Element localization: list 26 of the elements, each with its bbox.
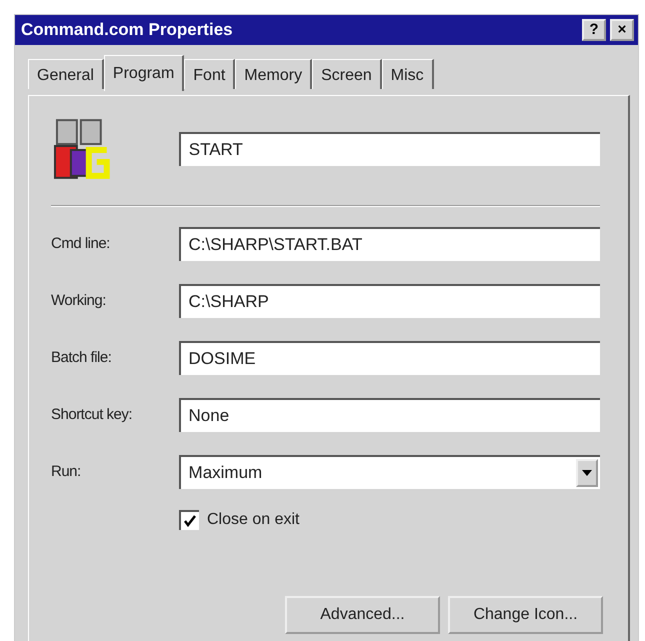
window-title: Command.com Properties xyxy=(21,19,233,42)
tab[interactable]: Font xyxy=(184,59,236,89)
field-label: Run: xyxy=(51,462,82,482)
ms-dos-icon xyxy=(51,118,111,180)
close-button[interactable]: × xyxy=(610,19,634,41)
field-label: Shortcut key: xyxy=(51,404,134,425)
checkbox[interactable] xyxy=(179,510,199,530)
advanced-button[interactable]: Advanced... xyxy=(285,596,440,634)
help-button[interactable]: ? xyxy=(582,19,606,41)
field-label: Cmd line: xyxy=(51,234,111,254)
input-field[interactable]: C:\SHARP xyxy=(178,284,600,318)
run-dropdown[interactable]: Maximum xyxy=(178,455,600,489)
input-field[interactable]: DOSIME xyxy=(178,341,600,375)
input-field[interactable]: None xyxy=(178,398,600,432)
dialog-button[interactable]: Change Icon... xyxy=(448,596,603,634)
program-name-field[interactable]: START xyxy=(178,132,600,166)
field-label: Working: xyxy=(51,290,107,311)
tab[interactable]: Screen xyxy=(312,59,382,89)
tab[interactable]: General xyxy=(28,59,104,89)
tab[interactable]: Memory xyxy=(235,59,312,89)
tab[interactable]: Misc xyxy=(382,59,434,89)
tab[interactable]: Program xyxy=(104,55,184,91)
dropdown-value: Maximum xyxy=(188,462,262,484)
input-field[interactable]: C:\SHARP\START.BAT xyxy=(178,227,600,261)
field-label: Batch file: xyxy=(51,348,112,368)
checkbox-label: Close on exit xyxy=(207,510,300,530)
